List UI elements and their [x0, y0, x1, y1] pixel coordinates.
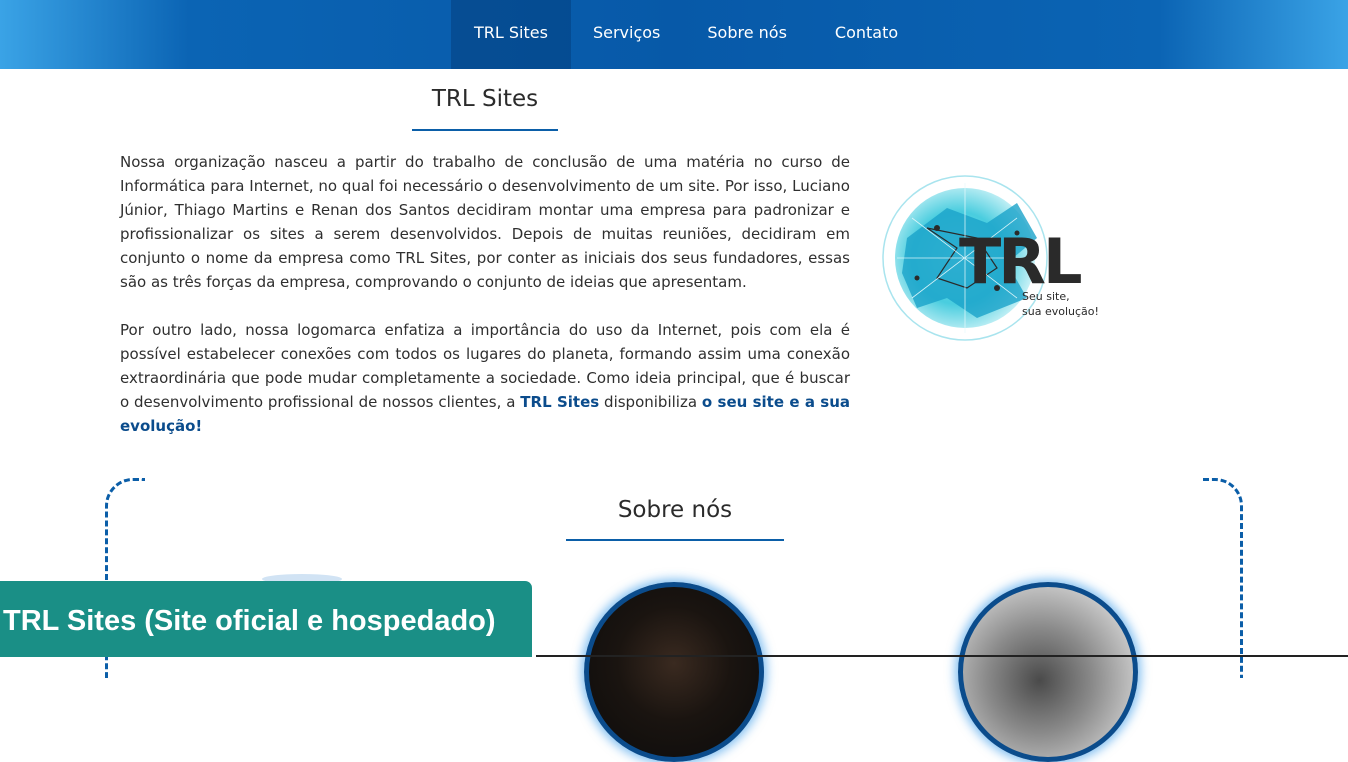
logo-mark: TRL	[959, 225, 1081, 298]
team-title: Sobre nós	[617, 497, 733, 523]
team-title-underline	[566, 539, 784, 541]
about-title: TRL Sites	[431, 86, 539, 112]
about-paragraph-2: Por outro lado, nossa logomarca enfatiza…	[120, 318, 850, 438]
avatar	[584, 582, 764, 762]
nav-item-sobre-nos[interactable]: Sobre nós	[684, 0, 811, 69]
brand-highlight: TRL Sites	[520, 393, 600, 411]
nav-item-contato[interactable]: Contato	[811, 0, 922, 69]
about-title-underline	[412, 129, 558, 131]
caption-banner: TRL Sites (Site oficial e hospedado)	[0, 581, 532, 657]
avatar	[958, 582, 1138, 762]
about-paragraph-2-middle: disponibiliza	[604, 393, 698, 411]
team-frame-right	[1203, 478, 1243, 678]
nav-item-servicos[interactable]: Serviços	[571, 0, 684, 69]
about-text: Nossa organização nasceu a partir do tra…	[120, 150, 850, 462]
logo-tagline-2: sua evolução!	[1022, 305, 1099, 318]
logo-tagline-1: Seu site,	[1022, 290, 1070, 303]
trl-logo: TRL Seu site, sua evolução!	[882, 175, 1099, 341]
nav-item-trl-sites[interactable]: TRL Sites	[451, 0, 571, 69]
about-paragraph-1: Nossa organização nasceu a partir do tra…	[120, 153, 850, 291]
top-navbar: TRL Sites Serviços Sobre nós Contato	[0, 0, 1348, 69]
nav-menu: TRL Sites Serviços Sobre nós Contato	[451, 0, 922, 69]
